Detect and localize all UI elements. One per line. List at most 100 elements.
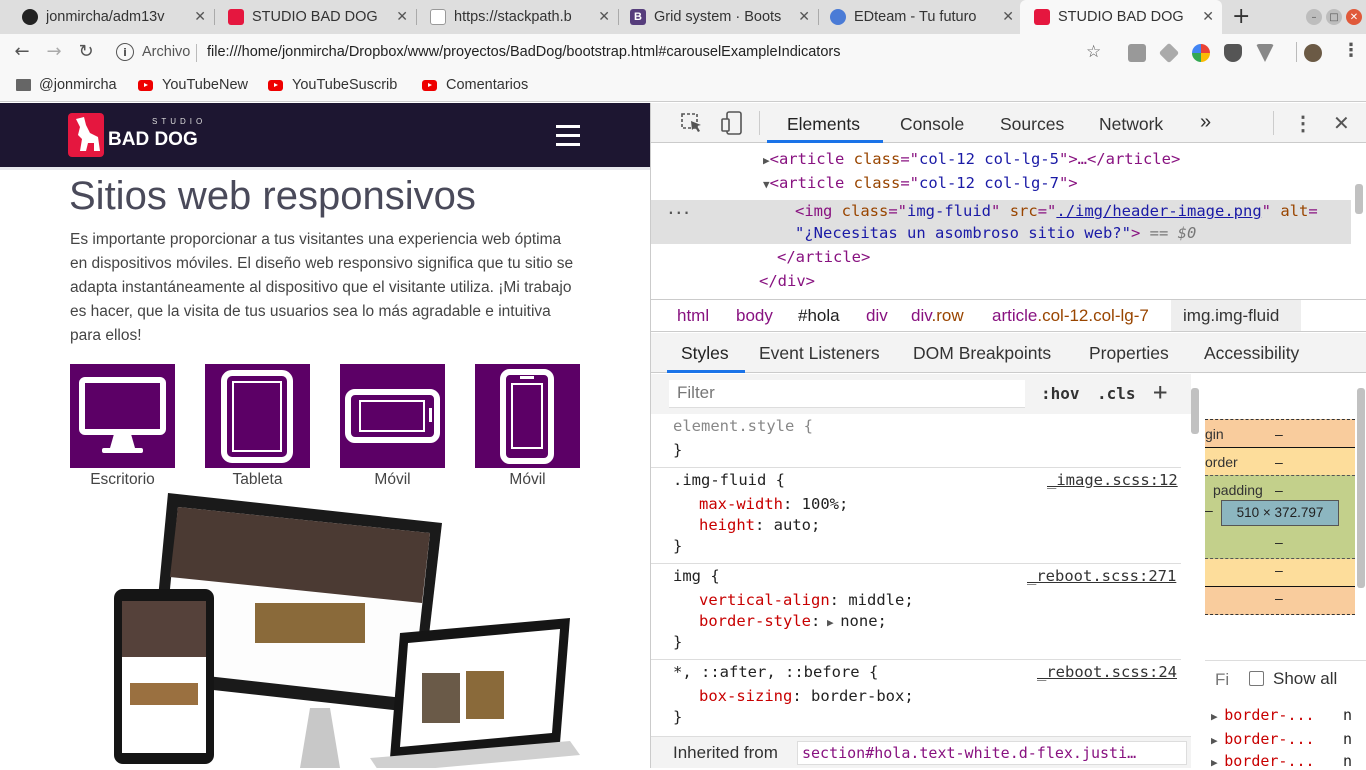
tab-studio-bad-dog[interactable]: STUDIO BAD DOG ✕ <box>206 0 416 34</box>
tab-stackpath[interactable]: https://stackpath.b ✕ <box>408 0 618 34</box>
maximize-button[interactable]: □ <box>1326 9 1342 25</box>
dom-node-img[interactable]: <img class="img-fluid" src="./img/header… <box>795 200 1318 222</box>
dom-node-actions-icon[interactable]: ... <box>667 200 690 222</box>
bookmark-label: YouTubeSuscrib <box>292 77 398 93</box>
margin-bottom-value: – <box>1275 590 1283 606</box>
breadcrumb-img[interactable]: img.img-fluid <box>1183 306 1279 326</box>
declaration[interactable]: max-width: 100%; <box>699 495 848 513</box>
declaration[interactable]: vertical-align: middle; <box>699 591 914 609</box>
computed-filter-input[interactable]: Fi <box>1215 670 1229 690</box>
declaration[interactable]: height: auto; <box>699 516 820 534</box>
style-rule-universal[interactable]: *, ::after, ::before { _reboot.scss:24 b… <box>651 660 1181 736</box>
pocket-icon[interactable] <box>1224 44 1242 62</box>
avatar[interactable] <box>1304 44 1322 62</box>
new-style-rule-button[interactable]: + <box>1153 378 1167 406</box>
phone-landscape-icon <box>345 389 440 443</box>
close-icon[interactable]: ✕ <box>194 8 206 25</box>
extension-s-icon[interactable] <box>1128 44 1146 62</box>
devtools-menu-icon[interactable]: ⋮ <box>1293 111 1313 136</box>
style-rule-img[interactable]: img { _reboot.scss:271 vertical-align: m… <box>651 564 1181 660</box>
devtools-close-icon[interactable]: ✕ <box>1333 111 1350 136</box>
breadcrumb-article[interactable]: article.col-12.col-lg-7 <box>992 306 1149 326</box>
dom-node-close-article[interactable]: </article> <box>777 246 870 268</box>
tab-accessibility[interactable]: Accessibility <box>1204 343 1299 364</box>
responsive-devices-mockup-image <box>114 493 580 768</box>
close-icon[interactable]: ✕ <box>1002 8 1014 25</box>
breadcrumb-div-row[interactable]: div.row <box>911 306 964 326</box>
styles-subtabs: Styles Event Listeners DOM Breakpoints P… <box>651 333 1366 373</box>
tablet-icon <box>221 370 293 463</box>
more-tabs-button[interactable]: » <box>1200 111 1211 134</box>
tab-github[interactable]: jonmircha/adm13v ✕ <box>0 0 214 34</box>
breadcrumb-div[interactable]: div <box>866 306 888 326</box>
tab-sources[interactable]: Sources <box>1000 114 1064 135</box>
tab-dom-breakpoints[interactable]: DOM Breakpoints <box>913 343 1051 364</box>
declaration[interactable]: box-sizing: border-box; <box>699 687 914 705</box>
rule-close: } <box>673 537 683 555</box>
tab-event-listeners[interactable]: Event Listeners <box>759 343 880 364</box>
tab-properties[interactable]: Properties <box>1089 343 1169 364</box>
new-tab-button[interactable]: + <box>1232 4 1250 29</box>
style-rule-element-style[interactable]: element.style { } <box>651 414 1181 468</box>
bookmark-youtubesuscrib[interactable]: YouTubeSuscrib <box>268 77 408 93</box>
bookmark-star-icon[interactable]: ☆ <box>1086 42 1101 62</box>
reload-icon[interactable]: ↻ <box>74 41 98 62</box>
class-toggle[interactable]: .cls <box>1097 384 1136 403</box>
styles-scrollbar[interactable] <box>1191 388 1199 434</box>
tab-styles[interactable]: Styles <box>681 343 729 364</box>
inherited-from-link[interactable]: section#hola.text-white.d-flex.justi… <box>797 741 1187 765</box>
window-close-button[interactable]: ✕ <box>1346 9 1362 25</box>
tab-edteam[interactable]: EDteam - Tu futuro ✕ <box>808 0 1022 34</box>
inspect-element-icon[interactable] <box>681 113 703 133</box>
border-label: order <box>1205 454 1238 470</box>
address-bar-url[interactable]: file:///home/jonmircha/Dropbox/www/proye… <box>207 44 840 60</box>
tab-elements[interactable]: Elements <box>787 114 860 135</box>
style-rule-img-fluid[interactable]: .img-fluid { _image.scss:12 max-width: 1… <box>651 468 1181 564</box>
dom-node-img-alt[interactable]: "¿Necesitas un asombroso sitio web?"> ==… <box>795 222 1196 244</box>
tab-console[interactable]: Console <box>900 114 964 135</box>
rule-source-link[interactable]: _reboot.scss:271 <box>1027 567 1176 585</box>
breadcrumb-body[interactable]: body <box>736 306 773 326</box>
info-icon[interactable]: i <box>116 43 134 61</box>
forward-icon[interactable]: → <box>42 41 66 62</box>
box-model-content[interactable]: 510 × 372.797 <box>1221 500 1339 526</box>
bookmark-comentarios[interactable]: Comentarios <box>422 77 528 93</box>
rule-source-link[interactable]: _reboot.scss:24 <box>1037 663 1177 681</box>
computed-property[interactable]: ▶ border-... <box>1211 752 1315 770</box>
dog-logo-icon[interactable] <box>68 113 104 157</box>
dom-scrollbar[interactable] <box>1355 184 1363 214</box>
tab-network[interactable]: Network <box>1099 114 1163 135</box>
tab-bootstrap-grid[interactable]: B Grid system · Boots ✕ <box>608 0 818 34</box>
breadcrumb-hola[interactable]: #hola <box>798 306 840 326</box>
close-icon[interactable]: ✕ <box>396 8 408 25</box>
styles-filter-input[interactable]: Filter <box>669 380 1025 408</box>
device-toolbar-icon[interactable] <box>721 111 743 135</box>
computed-property[interactable]: ▶ border-... <box>1211 706 1315 724</box>
hover-state-toggle[interactable]: :hov <box>1041 384 1080 403</box>
dom-node-article-lg5[interactable]: ▶<article class="col-12 col-lg-5">…</art… <box>763 148 1180 170</box>
bookmark-youtubenew[interactable]: YouTubeNew <box>138 77 248 93</box>
computed-scrollbar[interactable] <box>1357 388 1365 588</box>
bookmark-jonmircha[interactable]: @jonmircha <box>16 77 117 93</box>
minimize-button[interactable]: – <box>1306 9 1322 25</box>
hamburger-menu-button[interactable] <box>552 121 584 149</box>
dom-node-article-lg7[interactable]: ▼<article class="col-12 col-lg-7"> <box>763 172 1078 194</box>
bookmark-label: YouTubeNew <box>162 77 248 93</box>
dom-node-close-div[interactable]: </div> <box>759 270 815 292</box>
back-icon[interactable]: ← <box>10 41 34 62</box>
hamburger-icon <box>556 143 580 146</box>
phone-landscape-card <box>340 364 445 468</box>
computed-property[interactable]: ▶ border-... <box>1211 730 1315 748</box>
dom-breadcrumbs: html body #hola div div.row article.col-… <box>651 299 1366 332</box>
close-icon[interactable]: ✕ <box>1202 8 1214 25</box>
dom-tree[interactable]: ▶<article class="col-12 col-lg-5">…</art… <box>651 144 1366 299</box>
declaration[interactable]: border-style: ▶ none; <box>699 612 887 630</box>
url-scheme-label: Archivo <box>142 44 191 60</box>
tab-studio-bad-dog-active[interactable]: STUDIO BAD DOG ✕ <box>1020 0 1222 34</box>
logo-text[interactable]: BAD DOG <box>108 129 198 151</box>
rule-source-link[interactable]: _image.scss:12 <box>1047 471 1178 489</box>
breadcrumb-html[interactable]: html <box>677 306 709 326</box>
menu-icon[interactable]: ⋮ <box>1342 40 1360 61</box>
show-all-checkbox[interactable] <box>1249 671 1264 686</box>
chrome-extension-icon[interactable] <box>1192 44 1210 62</box>
